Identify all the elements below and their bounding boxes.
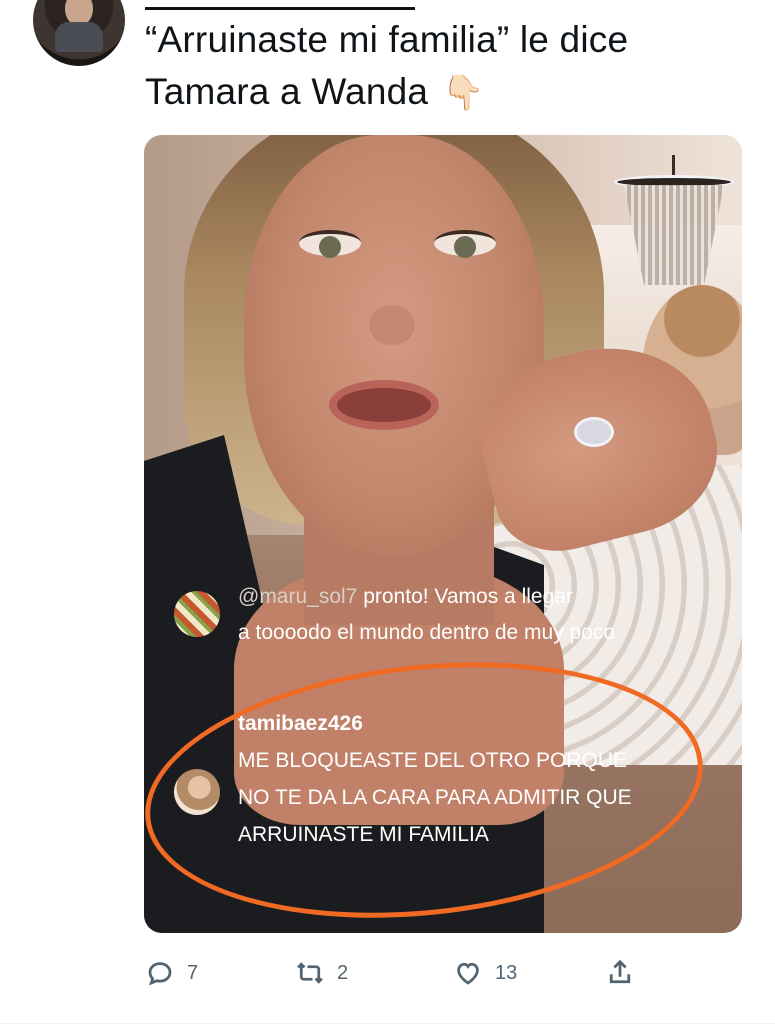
retweet-count: 2 — [337, 961, 349, 984]
reply-count: 7 — [187, 961, 199, 984]
like-button[interactable]: 13 — [453, 958, 517, 988]
redacted-username — [145, 0, 415, 10]
retweet-button[interactable]: 2 — [295, 958, 348, 988]
right-eye — [434, 230, 496, 258]
tweet-text: “Arruinaste mi familia” le dice Tamara a… — [145, 14, 745, 119]
ring — [574, 417, 614, 447]
comment-username: @maru_sol7 — [238, 585, 358, 608]
like-count: 13 — [495, 961, 518, 984]
comment-text-continued: a toooodo el mundo dentro de muy poco — [238, 621, 616, 644]
reply-button[interactable]: 7 — [145, 958, 198, 988]
tweet-text-line-1: “Arruinaste mi familia” le dice — [145, 19, 629, 60]
share-button[interactable] — [605, 958, 647, 988]
left-eye — [299, 230, 361, 258]
tweet-text-line-2: Tamara a Wanda — [145, 71, 429, 112]
pointing-down-emoji: 👇🏻 — [442, 74, 485, 112]
comment-text: pronto! Vamos a llegar — [357, 585, 573, 608]
reply-icon — [148, 962, 172, 986]
live-comment: @maru_sol7 pronto! Vamos a llegar a tooo… — [238, 579, 638, 651]
mouth — [329, 380, 439, 430]
comment-avatar — [174, 591, 220, 637]
tweet-media-image[interactable]: @maru_sol7 pronto! Vamos a llegar a tooo… — [144, 135, 742, 933]
tweet-actions: 7 2 13 — [145, 958, 645, 994]
share-icon — [609, 959, 631, 984]
retweet-icon — [297, 962, 323, 984]
like-icon — [457, 962, 479, 985]
nose — [369, 305, 415, 345]
author-avatar[interactable] — [33, 0, 125, 66]
chandelier — [614, 155, 734, 295]
